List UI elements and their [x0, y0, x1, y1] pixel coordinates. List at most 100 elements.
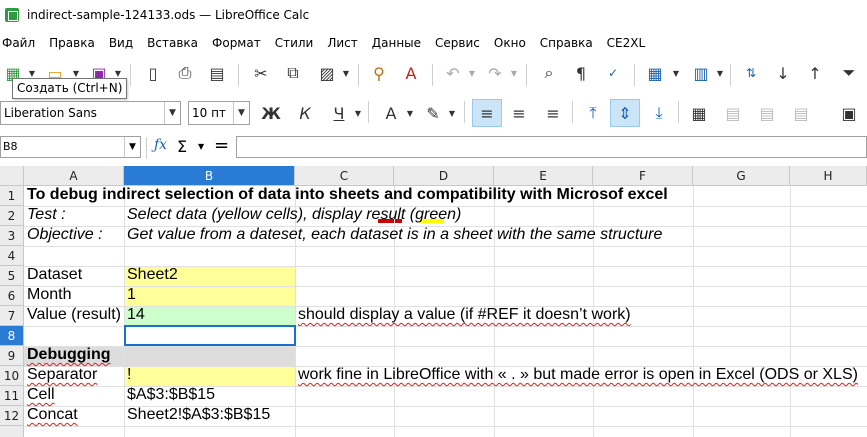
row-header-6[interactable]: 6: [0, 286, 24, 306]
sum-dropdown-icon[interactable]: ▼: [198, 142, 206, 152]
sum-icon[interactable]: Σ: [177, 137, 193, 157]
menu-help[interactable]: Справка: [540, 36, 593, 50]
font-size-combo[interactable]: 10 пт ▼: [188, 101, 250, 125]
menu-styles[interactable]: Стили: [275, 36, 314, 50]
align-right-icon[interactable]: ≡: [540, 100, 566, 126]
undo-dropdown-icon[interactable]: ▼: [468, 60, 476, 86]
cut-icon[interactable]: ✂: [248, 60, 274, 86]
merge-center-icon[interactable]: ▤: [754, 100, 780, 126]
cell-b3[interactable]: Get value from a dateset, each dataset i…: [124, 225, 662, 245]
print-preview-icon[interactable]: ▤: [204, 60, 230, 86]
autofilter-icon[interactable]: ⏷: [836, 60, 862, 86]
formula-input[interactable]: [236, 136, 867, 158]
print-icon[interactable]: ⎙: [172, 60, 198, 86]
cell-a7[interactable]: Value (result): [24, 305, 121, 325]
row-header-2[interactable]: 2: [0, 206, 24, 226]
row-dropdown-icon[interactable]: ▼: [672, 60, 680, 86]
clear-formatting-icon[interactable]: A: [398, 60, 424, 86]
chevron-down-icon[interactable]: ▼: [164, 102, 180, 124]
menu-file[interactable]: Файл: [2, 36, 35, 50]
row-header-4[interactable]: 4: [0, 246, 24, 266]
menu-edit[interactable]: Правка: [49, 36, 95, 50]
autospellcheck-icon[interactable]: ✓: [600, 60, 626, 86]
cell-a3[interactable]: Objective :: [24, 225, 103, 245]
number-format-icon[interactable]: ▦: [686, 100, 712, 126]
sort-descending-icon[interactable]: ↑: [802, 60, 828, 86]
font-color-button[interactable]: A: [378, 100, 404, 126]
row-header-12[interactable]: 12: [0, 406, 24, 426]
unmerge-icon[interactable]: ▤: [788, 100, 814, 126]
cell-a10[interactable]: Separator: [24, 365, 97, 385]
cell-c10[interactable]: work fine in LibreOffice with « . » but …: [295, 365, 858, 385]
column-dropdown-icon[interactable]: ▼: [716, 60, 724, 86]
merge-cells-icon[interactable]: ▤: [720, 100, 746, 126]
cell-b10[interactable]: !: [124, 365, 131, 385]
sidebar-icon[interactable]: ▣: [836, 100, 862, 126]
select-all-corner[interactable]: [0, 166, 24, 186]
spellcheck-icon[interactable]: ¶: [568, 60, 594, 86]
italic-button[interactable]: К: [292, 100, 318, 126]
column-header-e[interactable]: E: [494, 166, 593, 186]
cell-a9[interactable]: Debugging: [24, 345, 111, 365]
underline-button[interactable]: Ч: [326, 100, 352, 126]
cell-cursor-b8[interactable]: [124, 325, 296, 346]
column-header-h[interactable]: H: [790, 166, 867, 186]
menu-data[interactable]: Данные: [372, 36, 421, 50]
row-header-9[interactable]: 9: [0, 346, 24, 366]
cell-a11[interactable]: Cell: [24, 385, 55, 405]
menu-format[interactable]: Формат: [212, 36, 261, 50]
row-header-8[interactable]: 8: [0, 326, 24, 346]
align-center-icon[interactable]: ≡: [506, 100, 532, 126]
redo-icon[interactable]: ↷: [482, 60, 508, 86]
cell-b2[interactable]: Select data (yellow cells), display resu…: [124, 205, 461, 225]
column-icon[interactable]: ▥: [688, 60, 714, 86]
row-header-3[interactable]: 3: [0, 226, 24, 246]
row-header-1[interactable]: 1: [0, 186, 24, 206]
highlight-color-icon[interactable]: ✎: [420, 100, 446, 126]
cell-b11[interactable]: $A$3:$B$15: [124, 385, 215, 405]
column-header-c[interactable]: C: [295, 166, 394, 186]
sort-icon[interactable]: ⇅: [738, 60, 764, 86]
chevron-down-icon[interactable]: ▼: [233, 102, 249, 124]
undo-icon[interactable]: ↶: [440, 60, 466, 86]
column-header-d[interactable]: D: [394, 166, 494, 186]
cell-a12[interactable]: Concat: [24, 405, 78, 425]
cell-a1[interactable]: To debug indirect selection of data into…: [24, 185, 668, 205]
cell-b12[interactable]: Sheet2!$A$3:$B$15: [124, 405, 270, 425]
column-header-b[interactable]: B: [124, 166, 295, 186]
row-header-7[interactable]: 7: [0, 306, 24, 326]
highlight-dropdown-icon[interactable]: ▼: [448, 100, 456, 126]
row-header-10[interactable]: 10: [0, 366, 24, 386]
chevron-down-icon[interactable]: ▼: [124, 137, 140, 157]
row-icon[interactable]: ▦: [642, 60, 668, 86]
column-header-g[interactable]: G: [693, 166, 790, 186]
column-header-f[interactable]: F: [593, 166, 693, 186]
cell-a2[interactable]: Test :: [24, 205, 66, 225]
copy-icon[interactable]: ⧉: [280, 60, 306, 86]
paste-dropdown-icon[interactable]: ▼: [342, 60, 350, 86]
name-box[interactable]: B8 ▼: [0, 136, 141, 158]
menu-view[interactable]: Вид: [109, 36, 133, 50]
cell-c7[interactable]: should display a value (if #REF it doesn…: [295, 305, 631, 325]
font-name-combo[interactable]: Liberation Sans ▼: [0, 101, 181, 125]
align-bottom-icon[interactable]: ⤓: [646, 100, 672, 126]
align-left-icon[interactable]: ≡: [472, 99, 502, 127]
paste-icon[interactable]: ▨: [314, 60, 340, 86]
cell-b5[interactable]: Sheet2: [124, 265, 178, 285]
find-replace-icon[interactable]: ⌕: [536, 60, 562, 86]
underline-dropdown-icon[interactable]: ▼: [354, 100, 362, 126]
menu-window[interactable]: Окно: [494, 36, 526, 50]
bold-button[interactable]: Ж: [258, 100, 284, 126]
row-header-5[interactable]: 5: [0, 266, 24, 286]
menu-insert[interactable]: Вставка: [147, 36, 198, 50]
align-middle-icon[interactable]: ⇕: [610, 99, 640, 127]
cell-b6[interactable]: 1: [124, 285, 136, 305]
cell-a5[interactable]: Dataset: [24, 265, 82, 285]
formula-equals-icon[interactable]: =: [214, 135, 230, 157]
export-pdf-icon[interactable]: ▯: [140, 60, 166, 86]
function-wizard-icon[interactable]: ƒx: [154, 137, 172, 157]
menu-tools[interactable]: Сервис: [435, 36, 480, 50]
cell-b7[interactable]: 14: [124, 305, 145, 325]
redo-dropdown-icon[interactable]: ▼: [510, 60, 518, 86]
menu-sheet[interactable]: Лист: [327, 36, 357, 50]
